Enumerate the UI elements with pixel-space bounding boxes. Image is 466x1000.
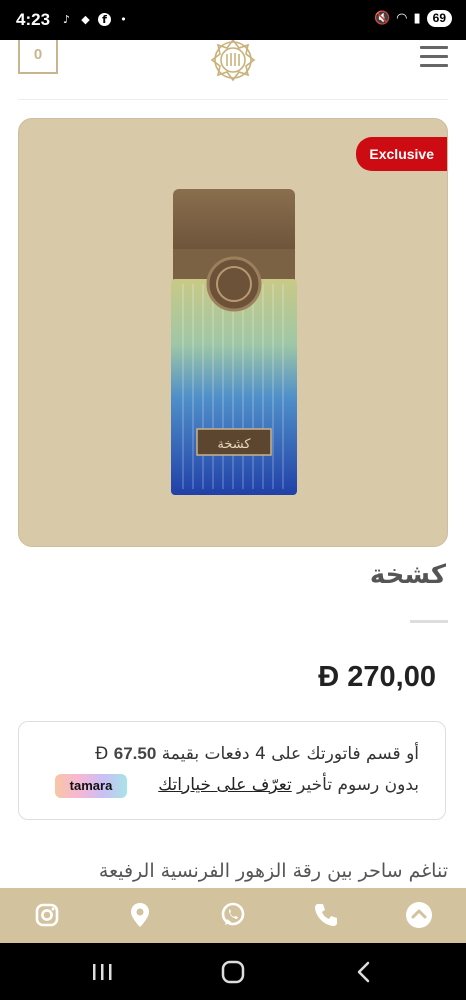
signal-icon: ▮ xyxy=(413,11,421,26)
bottle-label: كشخة xyxy=(217,437,251,452)
notification-icons: ♪ ◆ f • xyxy=(60,13,130,26)
tamara-learn-more-link[interactable]: تعرّف على خياراتك xyxy=(158,775,292,795)
cart-button[interactable]: 0 xyxy=(18,40,58,74)
product-image[interactable]: Exclusive كشخة xyxy=(18,118,448,547)
brand-logo[interactable] xyxy=(198,40,268,88)
tamara-logo: tamara xyxy=(55,774,127,798)
recent-apps-icon[interactable] xyxy=(88,959,116,985)
scroll-up-icon[interactable] xyxy=(404,900,434,930)
product-price: Đ 270,00 xyxy=(318,661,436,694)
system-icons: 🔇 ◠ ▮ 69 xyxy=(374,10,452,27)
contact-bar xyxy=(0,888,466,943)
menu-button[interactable] xyxy=(420,46,448,68)
dot-icon: • xyxy=(120,13,127,26)
tamara-no-fees: بدون رسوم تأخير xyxy=(297,775,419,795)
perfume-bottle-image: كشخة xyxy=(171,189,297,495)
facebook-icon: f xyxy=(98,13,111,26)
home-icon[interactable] xyxy=(219,959,247,985)
header-divider xyxy=(18,99,448,100)
product-title: كشخة xyxy=(369,560,446,590)
back-icon[interactable] xyxy=(350,959,378,985)
tiktok-icon: ♪ xyxy=(62,13,71,26)
title-divider xyxy=(410,620,448,623)
tamara-fee-line: بدون رسوم تأخير تعرّف على خياراتك xyxy=(158,775,419,795)
wifi-icon: ◠ xyxy=(396,11,408,26)
menu-icon xyxy=(420,46,448,49)
exclusive-badge: Exclusive xyxy=(356,137,447,171)
price-value: 270,00 xyxy=(347,661,436,693)
status-time: 4:23 xyxy=(16,10,51,29)
tamara-currency: Đ xyxy=(95,744,109,764)
instagram-icon[interactable] xyxy=(32,900,62,930)
system-navigation-bar xyxy=(0,943,466,1000)
currency-symbol: Đ xyxy=(318,661,340,693)
location-pin-icon[interactable] xyxy=(125,900,155,930)
status-bar: 4:23 ♪ ◆ f • 🔇 ◠ ▮ 69 xyxy=(0,0,466,40)
tamara-widget[interactable]: أو قسم فاتورتك على 4 دفعات بقيمة 67.50 Đ… xyxy=(18,721,446,820)
product-description: تناغم ساحر بين رقة الزهور الفرنسية الرفي… xyxy=(98,860,448,882)
binance-icon: ◆ xyxy=(81,13,90,26)
whatsapp-icon[interactable] xyxy=(218,900,248,930)
tamara-text: أو قسم فاتورتك على 4 دفعات بقيمة xyxy=(161,744,419,764)
tamara-installment-line: أو قسم فاتورتك على 4 دفعات بقيمة 67.50 Đ xyxy=(95,744,419,764)
phone-icon[interactable] xyxy=(311,900,341,930)
mute-icon: 🔇 xyxy=(373,11,391,26)
site-header: 0 xyxy=(0,40,466,100)
tamara-amount: 67.50 xyxy=(113,744,157,763)
battery-icon: 69 xyxy=(426,10,452,27)
